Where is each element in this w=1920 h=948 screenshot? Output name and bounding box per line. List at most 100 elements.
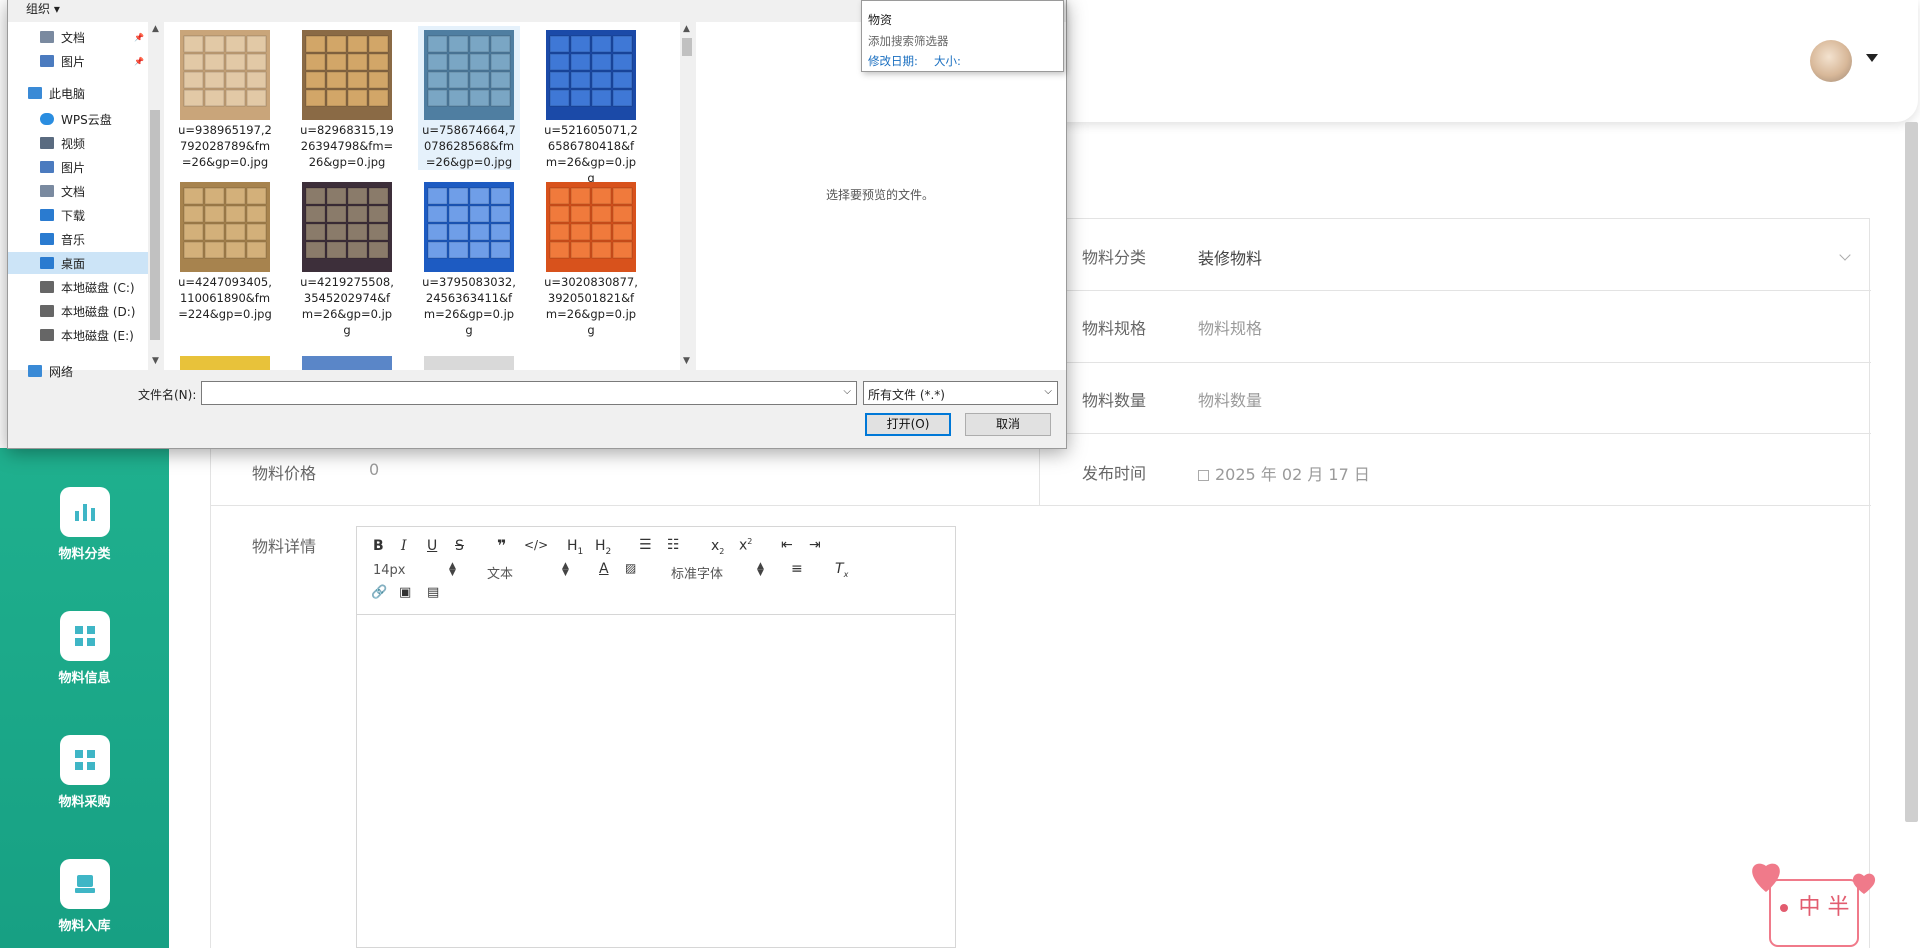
file-item[interactable]: u=82968315,1926394798&fm=26&gp=0.jpg bbox=[296, 26, 398, 170]
filter-size-link[interactable]: 大小: bbox=[934, 53, 961, 69]
font-family-select[interactable]: 标准字体 bbox=[671, 563, 723, 582]
file-name: u=758674664,7078628568&fm=26&gp=0.jpg bbox=[422, 123, 516, 169]
nav-item[interactable]: 此电脑 bbox=[8, 82, 148, 104]
align-icon[interactable]: ≡ bbox=[791, 561, 803, 577]
nav-item[interactable]: 音乐 bbox=[8, 228, 148, 250]
scroll-up-icon[interactable]: ▲ bbox=[683, 24, 690, 34]
image-icon[interactable]: ▣ bbox=[399, 585, 411, 600]
filter-date-link[interactable]: 修改日期: bbox=[868, 53, 918, 69]
search-suggestion-item[interactable]: 物资 bbox=[868, 11, 892, 28]
link-icon[interactable]: 🔗 bbox=[371, 585, 387, 600]
preview-pane: 选择要预览的文件。 bbox=[696, 22, 1066, 370]
blockquote-icon[interactable]: ❞ bbox=[497, 536, 506, 555]
file-list-scrollbar[interactable] bbox=[680, 22, 694, 370]
text-type-select[interactable]: 文本 bbox=[487, 563, 513, 582]
font-size-select[interactable]: 14px bbox=[373, 563, 406, 578]
cloud-icon bbox=[40, 113, 54, 125]
ordered-list-icon[interactable]: ☰ bbox=[639, 537, 652, 553]
filename-input[interactable]: ⌵ bbox=[201, 381, 857, 405]
file-item[interactable]: u=3795083032,2456363411&fm=26&gp=0.jpg bbox=[418, 178, 520, 338]
category-select[interactable]: 装修物料 bbox=[1198, 245, 1262, 269]
cancel-button[interactable]: 取消 bbox=[965, 413, 1051, 436]
scroll-down-icon[interactable]: ▼ bbox=[152, 356, 159, 366]
file-item[interactable]: u=4247093405,110061890&fm=224&gp=0.jpg bbox=[174, 178, 276, 322]
outdent-icon[interactable]: ⇤ bbox=[781, 537, 793, 553]
scroll-up-icon[interactable]: ▲ bbox=[152, 24, 159, 34]
caret-down-icon[interactable] bbox=[1866, 54, 1878, 62]
sidebar-item-label: 物料入库 bbox=[58, 919, 111, 934]
price-label: 物料价格 bbox=[252, 464, 317, 483]
sidebar-item-inbound[interactable]: 物料入库 bbox=[0, 859, 169, 934]
publish-date-picker[interactable]: 2025 年 02 月 17 日 bbox=[1198, 461, 1370, 485]
network-icon bbox=[28, 365, 42, 377]
file-thumbnail[interactable] bbox=[180, 356, 270, 370]
nav-item[interactable]: 文档 bbox=[8, 180, 148, 202]
nav-item[interactable]: 本地磁盘 (D:) bbox=[8, 300, 148, 322]
nav-item[interactable]: 桌面 bbox=[8, 252, 148, 274]
chevron-down-icon[interactable] bbox=[1839, 249, 1851, 261]
price-input[interactable]: 0 bbox=[369, 460, 1009, 479]
bold-icon[interactable]: B bbox=[373, 538, 384, 554]
nav-item[interactable]: 网络 bbox=[8, 360, 148, 382]
page-scrollbar[interactable] bbox=[1905, 122, 1918, 822]
editor-toolbar: B I U S ❞ </> H1 H2 ☰ ☷ x2 x2 ⇤ ⇥ 14px ▲… bbox=[357, 527, 955, 615]
scroll-down-icon[interactable]: ▼ bbox=[683, 356, 690, 366]
nav-item[interactable]: 本地磁盘 (E:) bbox=[8, 324, 148, 346]
nav-item[interactable]: 图片 📌 bbox=[8, 50, 148, 72]
code-icon[interactable]: </> bbox=[524, 538, 548, 552]
nav-item[interactable]: 本地磁盘 (C:) bbox=[8, 276, 148, 298]
superscript-icon[interactable]: x2 bbox=[739, 537, 752, 554]
file-thumbnail bbox=[546, 182, 636, 272]
file-item[interactable]: u=938965197,2792028789&fm=26&gp=0.jpg bbox=[174, 26, 276, 170]
file-thumbnail bbox=[302, 30, 392, 120]
nav-item[interactable]: 文档 📌 bbox=[8, 26, 148, 48]
top-header bbox=[1040, 0, 1918, 122]
file-thumbnail[interactable] bbox=[302, 356, 392, 370]
video-icon[interactable]: ▤ bbox=[427, 585, 439, 600]
italic-icon[interactable]: I bbox=[401, 538, 407, 554]
quantity-input[interactable]: 物料数量 bbox=[1198, 387, 1838, 411]
chevron-down-icon[interactable]: ⌵ bbox=[843, 386, 851, 397]
strikethrough-icon[interactable]: S bbox=[455, 538, 464, 554]
nav-item[interactable]: 图片 bbox=[8, 156, 148, 178]
document-icon bbox=[40, 185, 54, 197]
document-icon bbox=[40, 31, 54, 43]
background-color-icon[interactable]: ▨ bbox=[625, 561, 636, 575]
spec-label: 物料规格 bbox=[1082, 319, 1147, 338]
bar-chart-icon bbox=[59, 487, 110, 537]
search-filter-hint: 添加搜索筛选器 bbox=[868, 34, 949, 48]
bullet-list-icon[interactable]: ☷ bbox=[667, 537, 680, 553]
subscript-icon[interactable]: x2 bbox=[711, 538, 724, 556]
heading1-icon[interactable]: H1 bbox=[567, 538, 583, 557]
spec-input[interactable]: 物料规格 bbox=[1198, 315, 1838, 339]
file-thumbnail[interactable] bbox=[424, 356, 514, 370]
user-avatar[interactable] bbox=[1810, 40, 1852, 82]
indent-icon[interactable]: ⇥ bbox=[809, 537, 821, 553]
nav-item[interactable]: 视频 bbox=[8, 132, 148, 154]
font-color-icon[interactable]: A bbox=[599, 561, 609, 577]
open-button[interactable]: 打开(O) bbox=[865, 413, 951, 436]
sidebar-item-purchase[interactable]: 物料采购 bbox=[0, 735, 169, 810]
organize-menu[interactable]: 组织 ▾ bbox=[26, 0, 60, 17]
file-type-select[interactable]: 所有文件 (*.*) ⌵ bbox=[863, 381, 1058, 405]
nav-scrollbar-thumb[interactable] bbox=[150, 110, 160, 340]
nav-item[interactable]: 下载 bbox=[8, 204, 148, 226]
underline-icon[interactable]: U bbox=[427, 538, 437, 554]
file-item[interactable]: u=3020830877,3920501821&fm=26&gp=0.jpg bbox=[540, 178, 642, 338]
desktop-icon bbox=[40, 257, 54, 269]
sidebar-item-info[interactable]: 物料信息 bbox=[0, 611, 169, 686]
nav-item[interactable]: WPS云盘 bbox=[8, 108, 148, 130]
heading2-icon[interactable]: H2 bbox=[595, 538, 611, 557]
quantity-label: 物料数量 bbox=[1082, 391, 1147, 410]
file-list-scrollbar-thumb[interactable] bbox=[682, 38, 692, 56]
clear-format-icon[interactable]: Tx bbox=[835, 561, 848, 579]
category-label: 物料分类 bbox=[1082, 248, 1147, 267]
file-item[interactable]: u=4219275508,3545202974&fm=26&gp=0.jpg bbox=[296, 178, 398, 338]
picture-icon bbox=[40, 55, 54, 67]
file-item[interactable]: u=521605071,26586780418&fm=26&gp=0.jpg bbox=[540, 26, 642, 186]
file-name: u=4219275508,3545202974&fm=26&gp=0.jpg bbox=[300, 275, 394, 337]
file-item[interactable]: u=758674664,7078628568&fm=26&gp=0.jpg bbox=[418, 26, 520, 170]
file-name: u=4247093405,110061890&fm=224&gp=0.jpg bbox=[178, 275, 272, 321]
file-name: u=521605071,26586780418&fm=26&gp=0.jpg bbox=[544, 123, 638, 185]
sidebar-item-category[interactable]: 物料分类 bbox=[0, 487, 169, 562]
